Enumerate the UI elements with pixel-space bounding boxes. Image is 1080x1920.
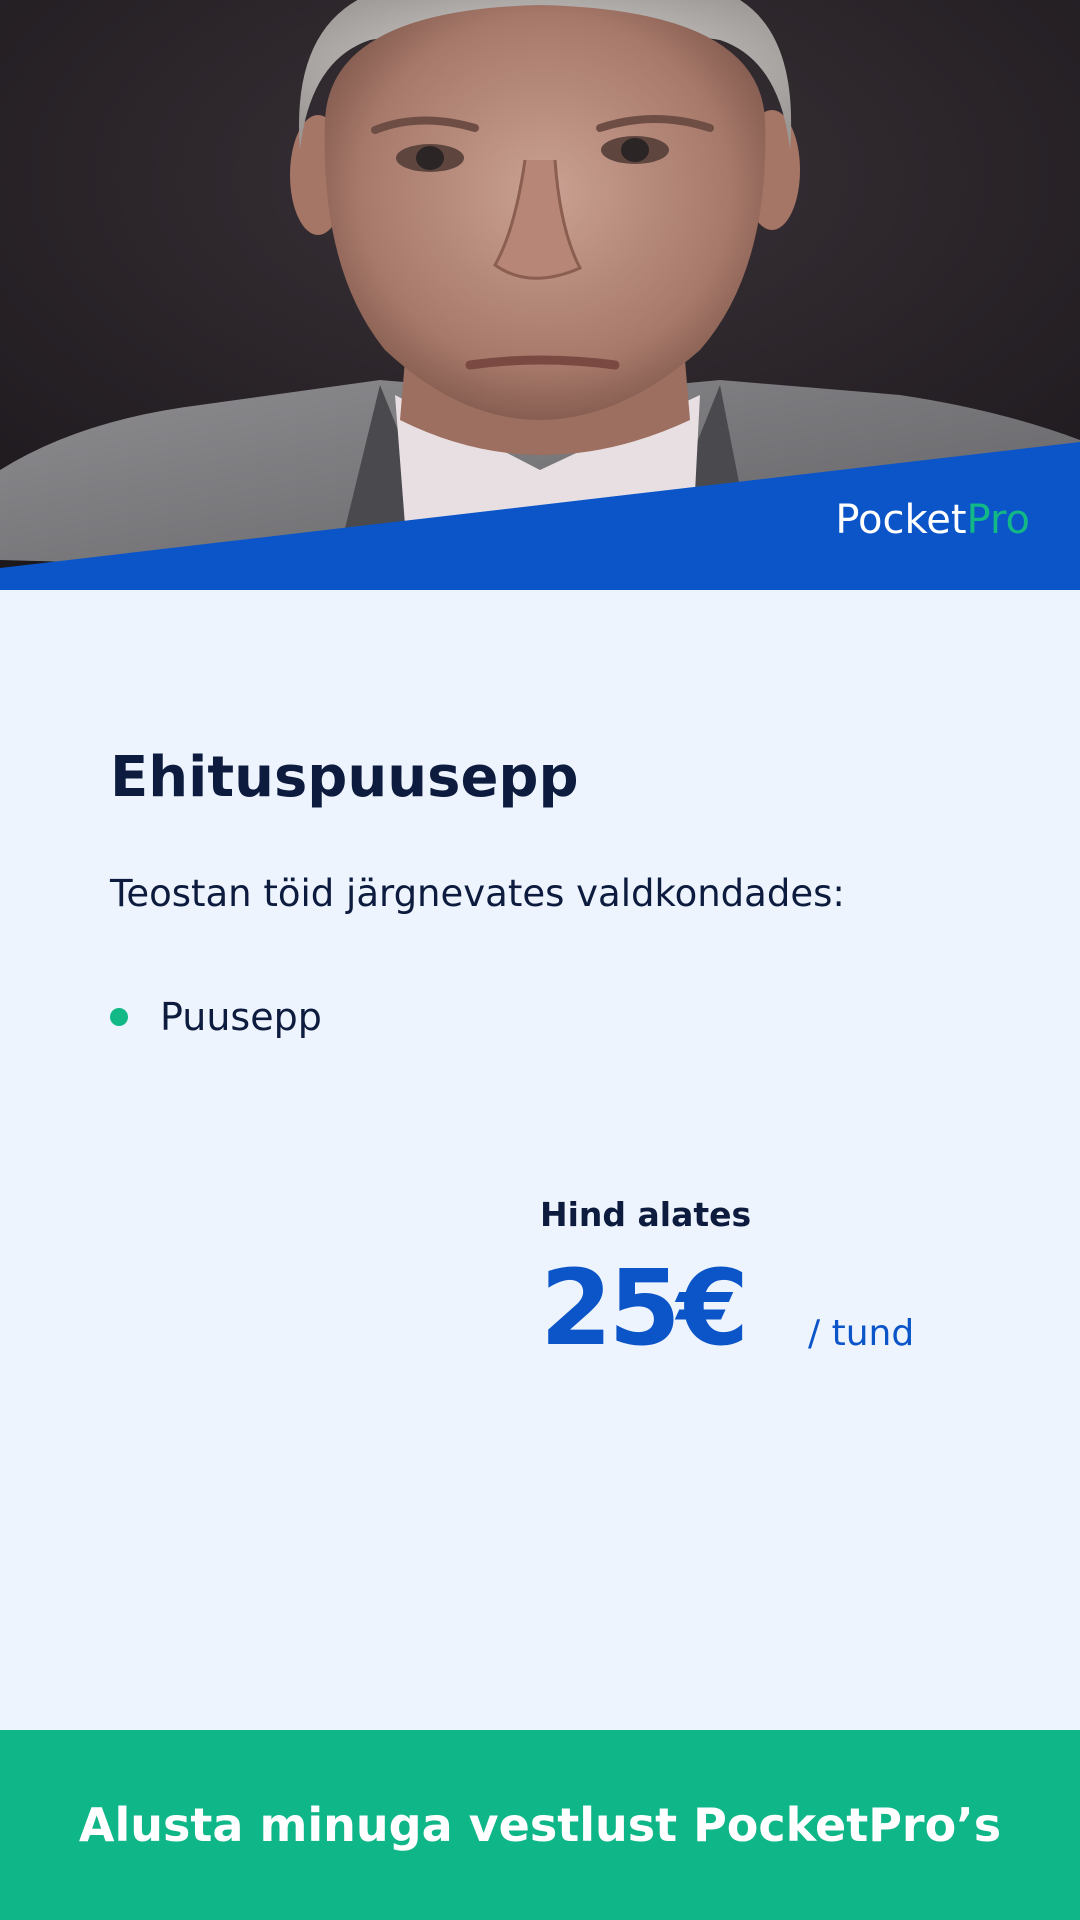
services-intro: Teostan töid järgnevates valdkondades: — [110, 872, 845, 915]
hero-section: PocketPro — [0, 0, 1080, 590]
price-amount: 25€ — [540, 1247, 749, 1369]
logo-part-pro: Pro — [966, 497, 1030, 543]
price-row: 25€ / tund — [540, 1256, 1020, 1376]
service-label: Puusepp — [160, 995, 322, 1039]
start-chat-label: Alusta minuga vestlust PocketPro’s — [78, 1798, 1002, 1852]
profile-page: PocketPro Ehituspuusepp Teostan töid jär… — [0, 0, 1080, 1920]
bullet-icon — [110, 1008, 128, 1026]
price-block: Hind alates 25€ / tund — [540, 1195, 1020, 1376]
logo-part-pocket: Pocket — [835, 497, 967, 543]
profession-title: Ehituspuusepp — [110, 745, 579, 810]
list-item: Puusepp — [110, 990, 322, 1044]
pocketpro-logo: PocketPro — [835, 500, 1030, 540]
price-caption: Hind alates — [540, 1195, 752, 1234]
start-chat-button[interactable]: Alusta minuga vestlust PocketPro’s — [0, 1730, 1080, 1920]
services-list: Puusepp — [110, 990, 322, 1044]
price-unit: / tund — [808, 1313, 915, 1354]
